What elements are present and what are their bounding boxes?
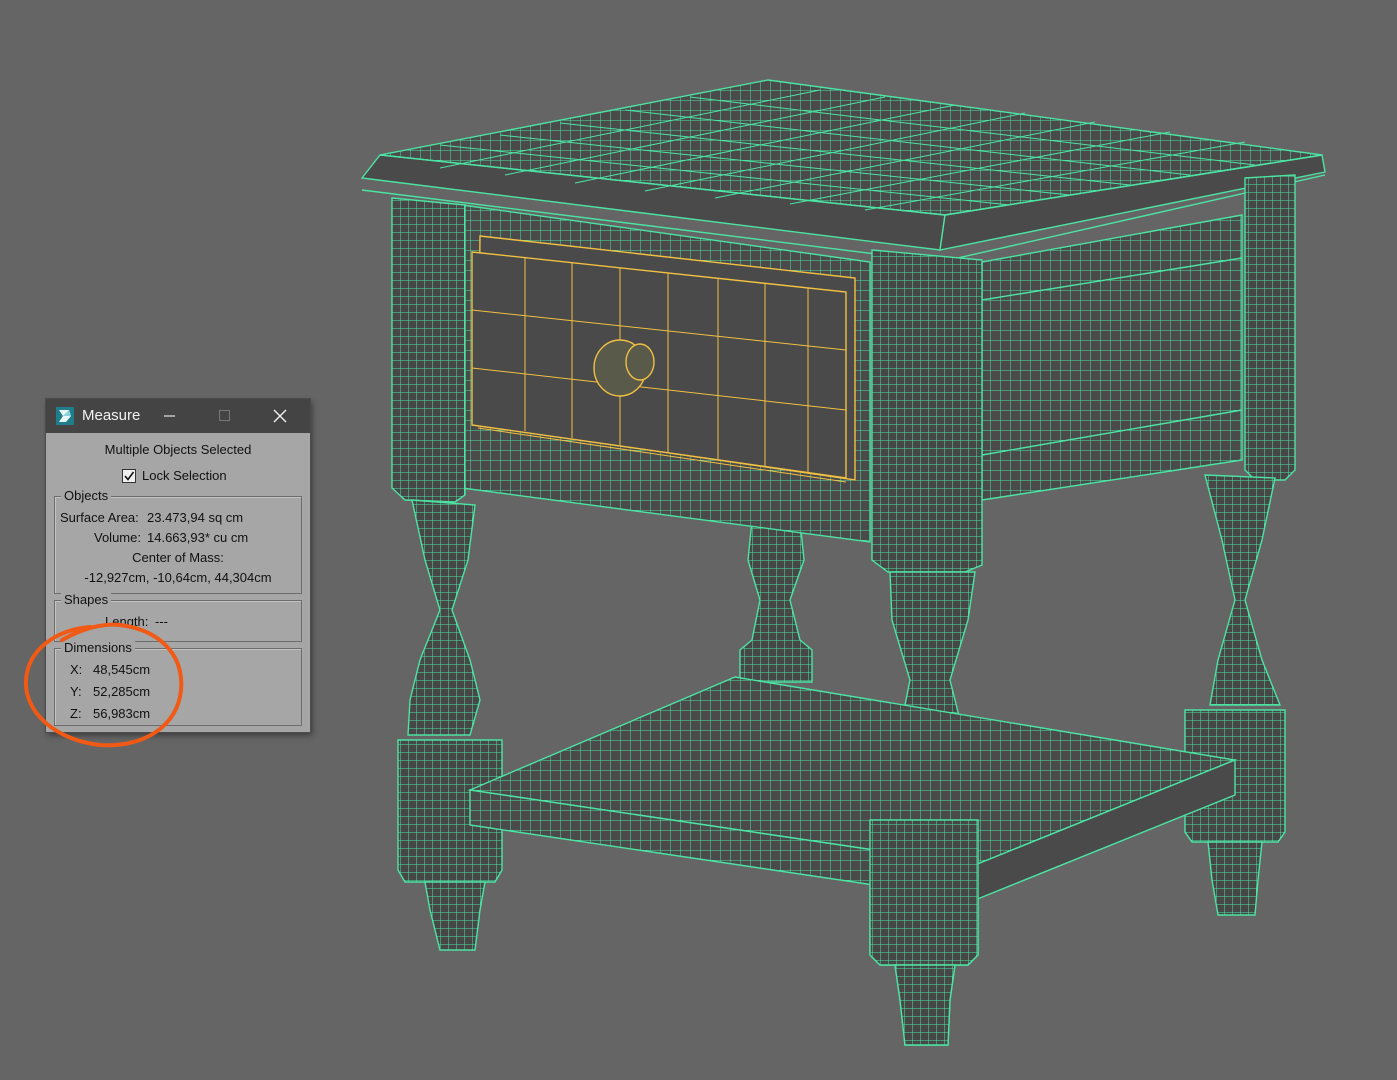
shapes-group: Shapes Length: --- [54, 592, 302, 642]
objects-group: Objects Surface Area: 23.473,94 sq cm Vo… [54, 488, 302, 594]
checkmark-icon [124, 471, 135, 481]
center-of-mass-value: -12,927cm, -10,64cm, 44,304cm [84, 570, 272, 585]
shapes-group-title: Shapes [61, 592, 112, 607]
close-button[interactable] [257, 399, 303, 433]
back-leg [739, 519, 813, 683]
measure-dialog: Measure Multiple Objects Selected Lock S… [46, 399, 310, 732]
center-of-mass-label: Center of Mass: [132, 550, 224, 565]
maximize-button[interactable] [202, 399, 248, 433]
lock-selection-checkbox[interactable] [122, 469, 136, 483]
volume-value: 14.663,93* cu cm [147, 530, 249, 545]
front-right-leg-lower [869, 819, 979, 1046]
side-apron [981, 214, 1243, 501]
surface-area-value: 23.473,94 sq cm [147, 510, 244, 525]
lock-selection-label: Lock Selection [142, 468, 227, 483]
lower-shelf [467, 676, 1238, 902]
dimension-x-label: X: [70, 662, 83, 677]
close-icon [273, 409, 287, 423]
dimensions-group-title: Dimensions [61, 640, 135, 655]
selection-status: Multiple Objects Selected [104, 442, 252, 457]
surface-area-label: Surface Area: [60, 510, 139, 525]
length-value: --- [155, 614, 168, 629]
window-title: Measure [82, 407, 141, 424]
dimension-y-label: Y: [70, 684, 82, 699]
length-label: Length: [105, 614, 149, 629]
title-bar[interactable]: Measure [46, 399, 310, 433]
volume-label: Volume: [94, 530, 141, 545]
dimension-z-value: 56,983cm [93, 706, 151, 721]
maximize-icon [219, 410, 230, 421]
minimize-icon [164, 415, 175, 417]
objects-group-title: Objects [61, 488, 112, 503]
dimension-y-value: 52,285cm [93, 684, 151, 699]
dimension-x-value: 48,545cm [93, 662, 151, 677]
app-icon [56, 407, 74, 425]
minimize-button[interactable] [147, 399, 193, 433]
dimensions-group: Dimensions X: 48,545cm Y: 52,285cm Z: 56… [54, 640, 302, 726]
dimension-z-label: Z: [70, 706, 82, 721]
